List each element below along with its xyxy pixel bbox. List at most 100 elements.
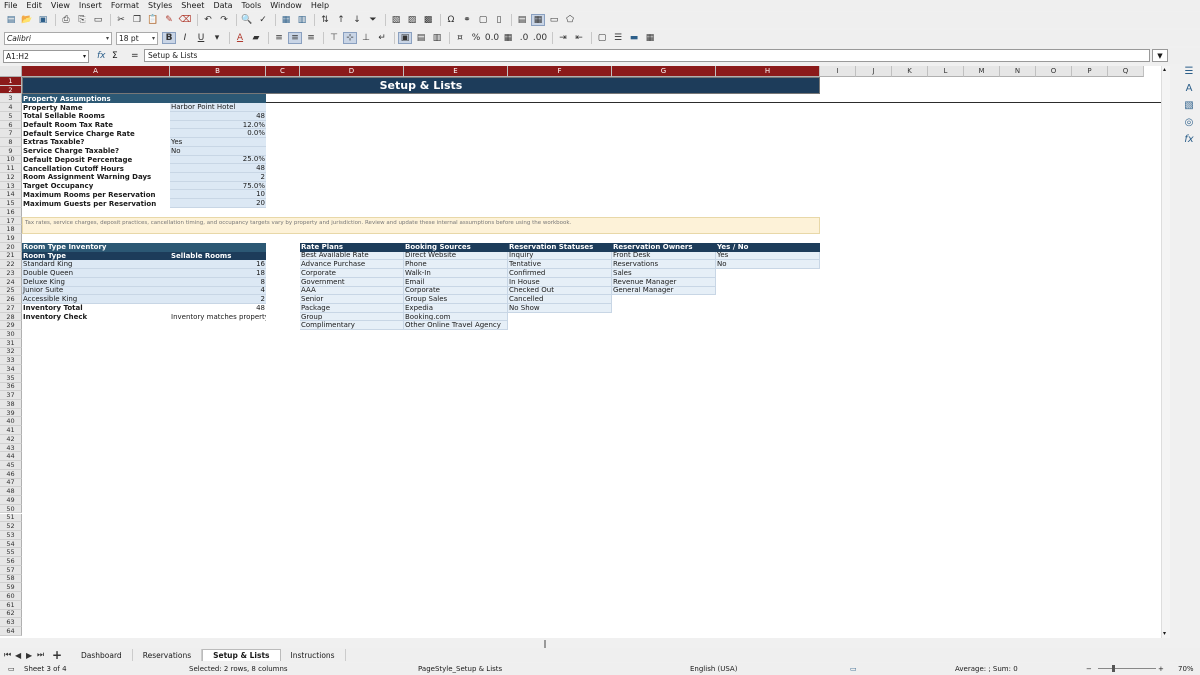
property-value[interactable]: 10 xyxy=(170,190,266,200)
list-item[interactable]: No Show xyxy=(508,303,612,313)
vertical-scrollbar[interactable]: ▴ ▾ xyxy=(1161,66,1170,638)
row-header[interactable]: 4 xyxy=(0,103,22,112)
column-header[interactable]: L xyxy=(928,66,964,77)
row-header[interactable]: 62 xyxy=(0,609,22,619)
list-item[interactable]: No xyxy=(716,260,820,270)
row-header[interactable]: 54 xyxy=(0,540,22,549)
save-icon[interactable]: ▣ xyxy=(36,14,50,26)
align-right-icon[interactable]: ≡ xyxy=(304,32,318,44)
styles-icon[interactable]: A xyxy=(1186,83,1193,94)
redo-icon[interactable]: ↷ xyxy=(217,14,231,26)
split-window-icon[interactable]: ▭ xyxy=(547,14,561,26)
undo-icon[interactable]: ↶ xyxy=(201,14,215,26)
sort-ascending-icon[interactable]: ↑ xyxy=(334,14,348,26)
borders-icon[interactable]: ▢ xyxy=(595,32,609,44)
row-header[interactable]: 61 xyxy=(0,601,22,610)
row-header[interactable]: 40 xyxy=(0,417,22,427)
row-header[interactable]: 19 xyxy=(0,234,22,243)
row-header[interactable]: 11 xyxy=(0,164,22,174)
merge-center-icon[interactable]: ▣ xyxy=(398,32,412,44)
row-header[interactable]: 33 xyxy=(0,356,22,366)
page-style[interactable]: PageStyle_Setup & Lists xyxy=(418,665,502,673)
next-sheet-icon[interactable]: ▶ xyxy=(26,651,37,660)
find-replace-icon[interactable]: 🔍 xyxy=(240,14,254,26)
list-item[interactable]: Cancelled xyxy=(508,295,612,304)
define-print-area-icon[interactable]: ▤ xyxy=(515,14,529,26)
menu-item-insert[interactable]: Insert xyxy=(79,1,102,10)
list-item[interactable]: Tentative xyxy=(508,260,612,270)
list-item[interactable]: Sales xyxy=(612,269,716,278)
row-header[interactable]: 8 xyxy=(0,138,22,147)
menu-item-tools[interactable]: Tools xyxy=(242,1,262,10)
open-icon[interactable]: 📂 xyxy=(20,14,34,26)
row-header[interactable]: 52 xyxy=(0,522,22,531)
list-item[interactable]: AAA xyxy=(300,286,404,296)
menu-item-edit[interactable]: Edit xyxy=(26,1,42,10)
row-header[interactable]: 23 xyxy=(0,269,22,278)
navigator-icon[interactable]: ◎ xyxy=(1185,117,1194,128)
date-format-icon[interactable]: ▦ xyxy=(501,32,515,44)
row-header[interactable]: 28 xyxy=(0,313,22,322)
zoom-out-icon[interactable]: − xyxy=(1086,665,1092,673)
row-header[interactable]: 24 xyxy=(0,278,22,287)
list-item[interactable]: Revenue Manager xyxy=(612,277,716,287)
row-header[interactable]: 53 xyxy=(0,531,22,540)
scroll-up-icon[interactable]: ▴ xyxy=(1163,66,1166,73)
list-item[interactable]: Walk-In xyxy=(404,269,508,278)
list-item[interactable]: Group xyxy=(300,312,404,322)
row-header[interactable]: 63 xyxy=(0,618,22,627)
delete-decimal-icon[interactable]: .00 xyxy=(533,32,547,44)
clear-formatting-icon[interactable]: ⌫ xyxy=(178,14,192,26)
add-sheet-icon[interactable]: + xyxy=(52,648,63,662)
sort-descending-icon[interactable]: ↓ xyxy=(350,14,364,26)
row-header[interactable]: 12 xyxy=(0,173,22,182)
show-draw-functions-icon[interactable]: ⬠ xyxy=(563,14,577,26)
align-top-icon[interactable]: ⊤ xyxy=(327,32,341,44)
unmerge-cells-icon[interactable]: ▥ xyxy=(430,32,444,44)
row-header[interactable]: 51 xyxy=(0,513,22,523)
sellable-rooms[interactable]: 8 xyxy=(170,277,266,287)
zoom-slider-thumb[interactable] xyxy=(1112,665,1115,672)
menu-item-window[interactable]: Window xyxy=(270,1,302,10)
row-icon[interactable]: ▦ xyxy=(279,14,293,26)
column-header[interactable]: B xyxy=(170,66,266,77)
align-left-icon[interactable]: ≡ xyxy=(272,32,286,44)
row-header[interactable]: 5 xyxy=(0,112,22,121)
merge-cells-icon[interactable]: ▤ xyxy=(414,32,428,44)
formula-icon[interactable]: = xyxy=(131,51,139,61)
row-header[interactable]: 1 xyxy=(0,77,22,86)
name-box[interactable]: A1:H2 ▾ xyxy=(3,49,89,63)
row-header[interactable]: 2 xyxy=(0,86,22,95)
row-header[interactable]: 59 xyxy=(0,583,22,593)
list-item[interactable]: Other Online Travel Agency xyxy=(404,321,508,331)
column-header[interactable]: M xyxy=(964,66,1000,77)
row-header[interactable]: 34 xyxy=(0,365,22,374)
add-decimal-icon[interactable]: .0 xyxy=(517,32,531,44)
list-item[interactable]: Confirmed xyxy=(508,269,612,278)
row-header[interactable]: 64 xyxy=(0,627,22,636)
column-header[interactable]: E xyxy=(404,66,508,77)
row-header[interactable]: 6 xyxy=(0,121,22,130)
list-item[interactable]: Yes xyxy=(716,251,820,261)
font-size-box[interactable]: 18 pt ▾ xyxy=(116,31,158,45)
freeze-rows-columns-icon[interactable]: ▦ xyxy=(531,14,545,26)
row-header[interactable]: 50 xyxy=(0,505,22,514)
row-header[interactable]: 21 xyxy=(0,251,22,261)
autofilter-icon[interactable]: ⏷ xyxy=(366,14,380,26)
hyperlink-icon[interactable]: ⚭ xyxy=(460,14,474,26)
align-middle-icon[interactable]: ⊹ xyxy=(343,32,357,44)
row-header[interactable]: 10 xyxy=(0,155,22,165)
border-style-icon[interactable]: ☰ xyxy=(611,32,625,44)
list-item[interactable]: Front Desk xyxy=(612,251,716,261)
conditional-format-icon[interactable]: ▦ xyxy=(643,32,657,44)
select-all-corner[interactable] xyxy=(0,66,22,77)
header-footer-icon[interactable]: ▯ xyxy=(492,14,506,26)
row-header[interactable]: 46 xyxy=(0,470,22,479)
last-sheet-icon[interactable]: ⏭ xyxy=(37,650,48,660)
previous-sheet-icon[interactable]: ◀ xyxy=(15,651,26,660)
comment-icon[interactable]: ▢ xyxy=(476,14,490,26)
column-header[interactable]: O xyxy=(1036,66,1072,77)
export-pdf-icon[interactable]: ⎙ xyxy=(59,14,73,26)
property-value[interactable]: 12.0% xyxy=(170,120,266,130)
sheet-tab[interactable]: Setup & Lists xyxy=(202,649,281,661)
